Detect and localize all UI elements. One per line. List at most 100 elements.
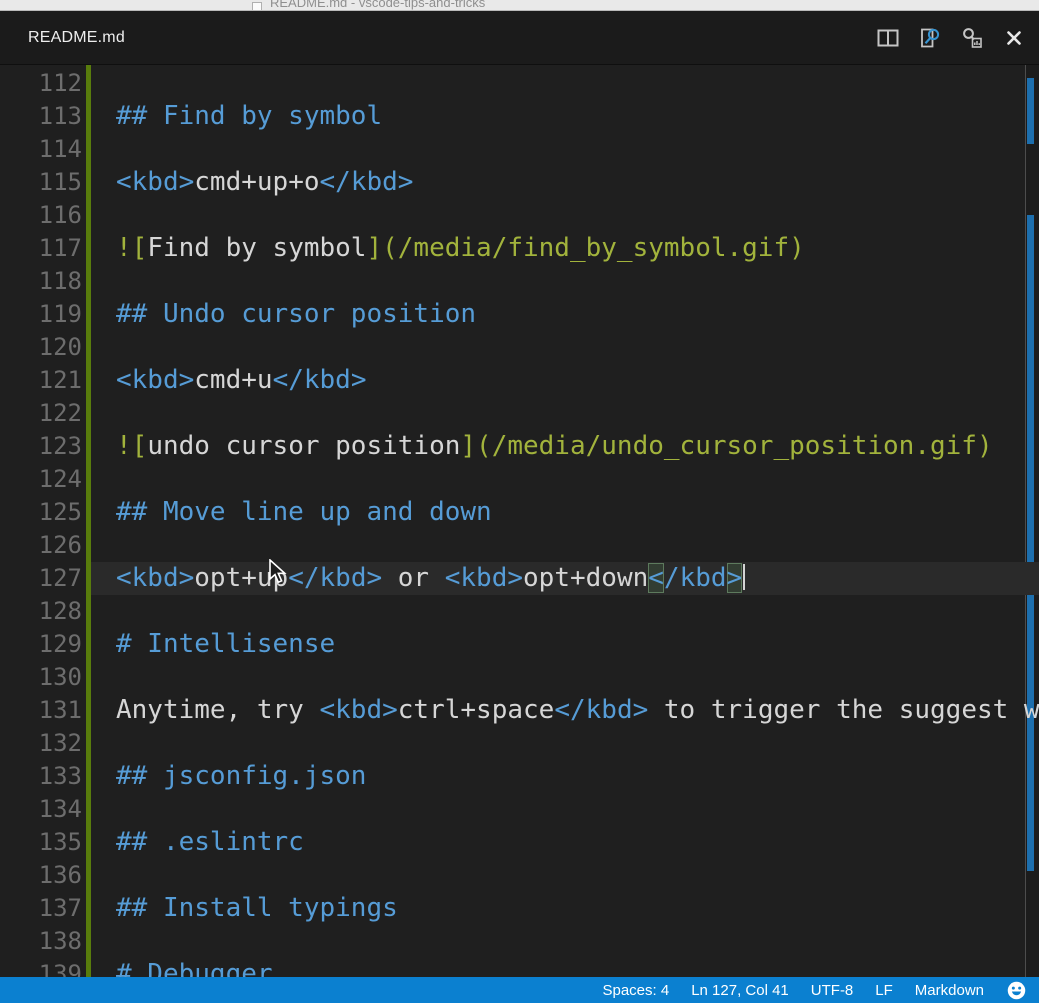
code-token: >	[727, 563, 743, 593]
line-number: 135	[0, 826, 82, 859]
os-window-title: README.md - vscode-tips-and-tricks	[270, 0, 485, 10]
line-content	[91, 133, 1039, 166]
line-number: 126	[0, 529, 82, 562]
editor-line[interactable]: 116	[0, 199, 1039, 232]
code-token: # Intellisense	[116, 629, 335, 659]
line-content	[91, 925, 1039, 958]
code-token: undo cursor position	[147, 431, 460, 461]
line-number: 112	[0, 67, 82, 100]
editor-line[interactable]: 136	[0, 859, 1039, 892]
line-number: 133	[0, 760, 82, 793]
line-number: 132	[0, 727, 82, 760]
line-content: ## Install typings	[91, 892, 1039, 925]
line-content	[91, 529, 1039, 562]
line-number: 138	[0, 925, 82, 958]
code-token: cmd+up+o	[194, 167, 319, 197]
code-token: /kbd	[664, 563, 727, 593]
editor-line[interactable]: 138	[0, 925, 1039, 958]
line-content: # Intellisense	[91, 628, 1039, 661]
code-token: ](/media/find_by_symbol.gif)	[366, 233, 804, 263]
code-token: opt+up	[194, 563, 288, 593]
editor-line[interactable]: 137 ## Install typings	[0, 892, 1039, 925]
editor-line[interactable]: 128	[0, 595, 1039, 628]
line-number: 117	[0, 232, 82, 265]
line-number: 115	[0, 166, 82, 199]
editor-line[interactable]: 120	[0, 331, 1039, 364]
line-number: 118	[0, 265, 82, 298]
line-content: ## .eslintrc	[91, 826, 1039, 859]
code-token: ## .eslintrc	[116, 827, 304, 857]
editor-line[interactable]: 139 # Debugger	[0, 958, 1039, 977]
editor-line[interactable]: 121<kbd>cmd+u</kbd>	[0, 364, 1039, 397]
line-content: ## jsconfig.json	[91, 760, 1039, 793]
status-item[interactable]: Markdown	[915, 982, 984, 999]
editor-line[interactable]: 135 ## .eslintrc	[0, 826, 1039, 859]
line-content	[91, 661, 1039, 694]
line-content	[91, 331, 1039, 364]
code-token: ](/media/undo_cursor_position.gif)	[460, 431, 992, 461]
editor-line[interactable]: 119## Undo cursor position	[0, 298, 1039, 331]
editor-line[interactable]: 131Anytime, try <kbd>ctrl+space</kbd> to…	[0, 694, 1039, 727]
editor-lines: 112113## Find by symbol114115<kbd>cmd+up…	[0, 67, 1039, 977]
split-editor-icon[interactable]	[875, 25, 901, 51]
line-number: 116	[0, 199, 82, 232]
editor-line[interactable]: 124	[0, 463, 1039, 496]
status-item[interactable]: Ln 127, Col 41	[691, 982, 789, 999]
line-number: 123	[0, 430, 82, 463]
editor-line[interactable]: 132	[0, 727, 1039, 760]
editor-line[interactable]: 122	[0, 397, 1039, 430]
code-token: to trigger the suggest w	[648, 695, 1039, 725]
editor-line[interactable]: 114	[0, 133, 1039, 166]
line-number: 127	[0, 562, 82, 595]
code-token: Anytime, try	[116, 695, 320, 725]
code-token: <	[648, 563, 664, 593]
feedback-smiley-icon[interactable]	[1006, 980, 1027, 1001]
editor-line[interactable]: 117![Find by symbol](/media/find_by_symb…	[0, 232, 1039, 265]
line-content	[91, 67, 1039, 100]
editor-line[interactable]: 112	[0, 67, 1039, 100]
line-number: 137	[0, 892, 82, 925]
line-content: # Debugger	[91, 958, 1039, 977]
line-content	[91, 727, 1039, 760]
preview-side-icon[interactable]	[959, 25, 985, 51]
code-token: <kbd>	[116, 167, 194, 197]
editor-line[interactable]: 125## Move line up and down	[0, 496, 1039, 529]
code-token: Find by symbol	[147, 233, 366, 263]
editor-line[interactable]: 133 ## jsconfig.json	[0, 760, 1039, 793]
editor-pane[interactable]: 112113## Find by symbol114115<kbd>cmd+up…	[0, 65, 1039, 977]
code-token: <kbd>	[116, 365, 194, 395]
file-title: README.md	[28, 11, 125, 65]
line-content	[91, 793, 1039, 826]
status-item[interactable]: Spaces: 4	[602, 982, 669, 999]
line-number: 130	[0, 661, 82, 694]
line-number: 139	[0, 958, 82, 977]
code-token: <kbd>	[116, 563, 194, 593]
status-item[interactable]: UTF-8	[811, 982, 854, 999]
markdown-preview-icon[interactable]	[917, 25, 943, 51]
editor-line[interactable]: 127<kbd>opt+up</kbd> or <kbd>opt+down</k…	[0, 562, 1039, 595]
line-content	[91, 595, 1039, 628]
line-number: 134	[0, 793, 82, 826]
editor-line[interactable]: 115<kbd>cmd+up+o</kbd>	[0, 166, 1039, 199]
editor-line[interactable]: 129# Intellisense	[0, 628, 1039, 661]
line-number: 131	[0, 694, 82, 727]
status-item[interactable]: LF	[875, 982, 893, 999]
editor-header: README.md	[0, 11, 1039, 65]
editor-line[interactable]: 130	[0, 661, 1039, 694]
close-icon[interactable]	[1001, 25, 1027, 51]
editor-line[interactable]: 134	[0, 793, 1039, 826]
code-token: cmd+u	[194, 365, 272, 395]
line-number: 120	[0, 331, 82, 364]
editor-actions	[875, 11, 1027, 65]
line-content	[91, 199, 1039, 232]
code-token: or	[382, 563, 445, 593]
line-content: <kbd>cmd+u</kbd>	[91, 364, 1039, 397]
code-token: ![	[116, 431, 147, 461]
editor-line[interactable]: 118	[0, 265, 1039, 298]
line-number: 124	[0, 463, 82, 496]
editor-line[interactable]: 126	[0, 529, 1039, 562]
editor-line[interactable]: 113## Find by symbol	[0, 100, 1039, 133]
line-content	[91, 859, 1039, 892]
os-titlebar: README.md - vscode-tips-and-tricks	[0, 0, 1039, 11]
editor-line[interactable]: 123 ![undo cursor position](/media/undo_c…	[0, 430, 1039, 463]
